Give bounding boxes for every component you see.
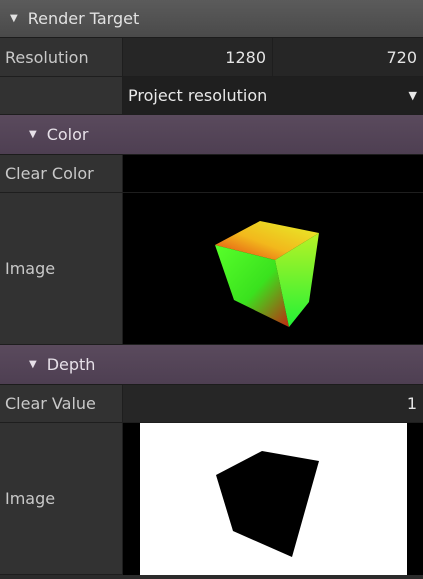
clear-color-label: Clear Color <box>0 155 123 193</box>
depth-image-label: Image <box>0 423 123 575</box>
resolution-mode-select[interactable]: Project resolution ▼ <box>123 77 423 115</box>
render-target-header[interactable]: ▼ Render Target <box>0 0 423 38</box>
clear-value-label: Clear Value <box>0 385 123 423</box>
color-section-header[interactable]: ▼ Color <box>0 115 423 155</box>
color-section-title: Color <box>46 125 89 144</box>
clear-color-swatch[interactable] <box>123 155 423 193</box>
triangle-down-icon: ▼ <box>29 359 37 370</box>
resolution-height-field[interactable]: 720 <box>273 38 423 77</box>
triangle-down-icon: ▼ <box>29 129 37 140</box>
dropdown-arrow-icon: ▼ <box>408 89 417 102</box>
depth-section-header[interactable]: ▼ Depth <box>0 345 423 385</box>
triangle-down-icon: ▼ <box>10 13 18 24</box>
render-target-title: Render Target <box>27 9 140 28</box>
clear-value-field[interactable]: 1 <box>123 385 423 423</box>
depth-section-title: Depth <box>46 355 96 374</box>
color-image-label: Image <box>0 193 123 345</box>
resolution-width-field[interactable]: 1280 <box>123 38 273 77</box>
depth-image-preview <box>123 423 423 575</box>
resolution-mode-empty-label <box>0 77 123 115</box>
rendered-cube-image <box>215 221 319 327</box>
color-image-preview <box>123 193 423 345</box>
resolution-mode-value: Project resolution <box>128 86 268 105</box>
depth-map-image <box>140 423 407 575</box>
resolution-label: Resolution <box>0 38 123 77</box>
